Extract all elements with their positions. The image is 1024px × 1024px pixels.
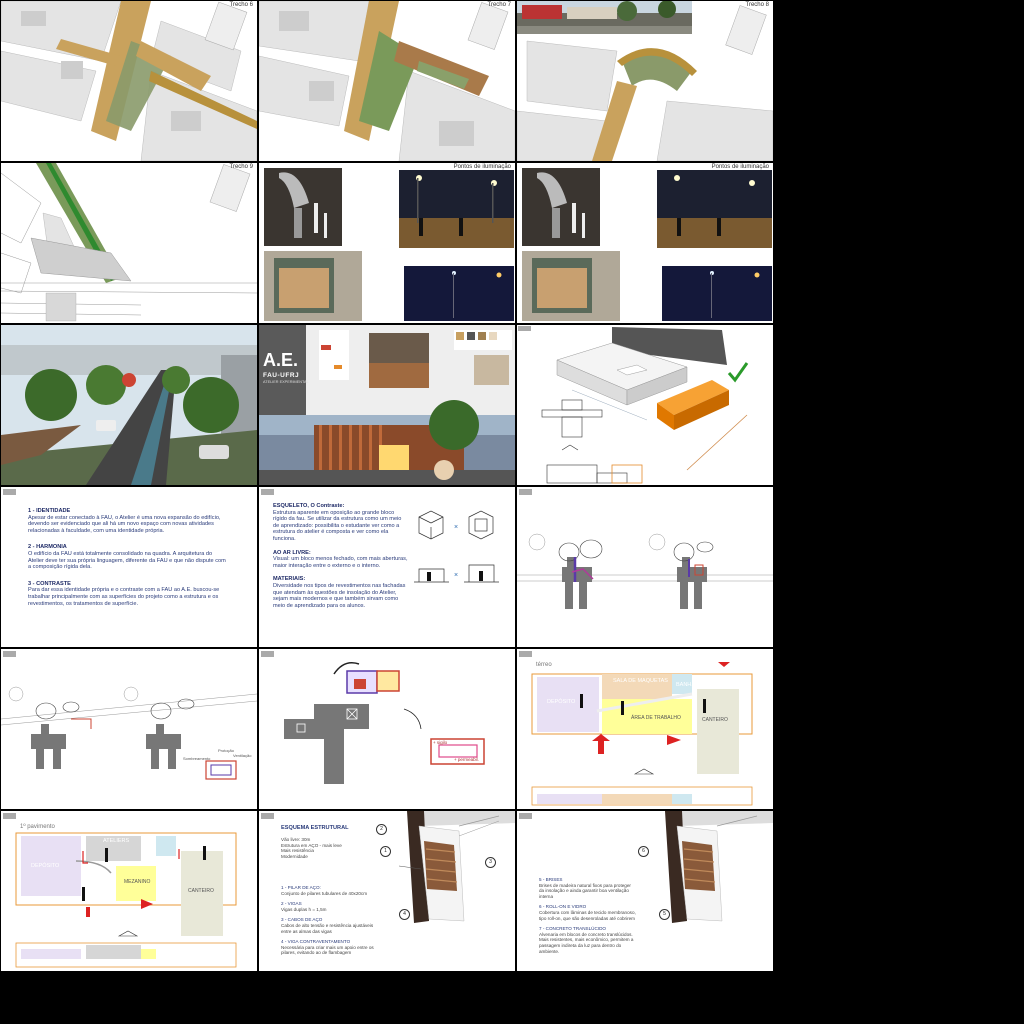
slide-principles: 1 - IDENTIDADE Apesar de estar conectado …	[1, 487, 257, 647]
slide-trecho-9: Trecho 9	[1, 163, 257, 323]
svg-text:×: ×	[454, 524, 458, 531]
slide-site-sketch-2: Protoção Ventilação Sombreamento	[1, 649, 257, 809]
block-sketch	[284, 662, 485, 784]
slide-title: Pontos de iluminação	[453, 164, 511, 170]
callout-3: 3	[485, 857, 496, 868]
room-sala-maquetas: SALA DE MAQUETAS	[613, 678, 668, 684]
lamp-photo	[522, 168, 600, 246]
concept-sketches: × ×	[414, 510, 499, 583]
first-floor-plan	[15, 832, 237, 968]
slide-lighting-1: Pontos de iluminação	[259, 163, 515, 323]
room-area-trabalho: ÁREA DE TRABALHO	[631, 715, 681, 721]
principles-text: 1 - IDENTIDADE Apesar de estar conectado …	[28, 508, 228, 614]
principle-3-text: Para dar essa identidade própria e o con…	[28, 587, 220, 607]
principle-1-text: Apesar de estar conectado à FAU, o Ateli…	[28, 514, 221, 534]
label-shading: Sombreamento	[183, 756, 211, 761]
label-permeabilidade: + permeabil.	[454, 757, 479, 762]
label-protection: Protoção	[218, 748, 235, 753]
slide-trecho-6: Trecho 6	[1, 1, 257, 161]
principle-1-title: 1 - IDENTIDADE	[28, 508, 71, 514]
site-sketch	[1, 686, 257, 780]
site-plan-drawing	[259, 1, 515, 161]
structure-axonometric	[665, 811, 773, 923]
slide-title: Trecho 8	[745, 2, 769, 8]
svg-text:×: ×	[454, 572, 458, 579]
lighting-photos	[264, 168, 514, 321]
slide-title: Trecho 7	[487, 2, 511, 8]
room-banheiro: BANH.	[676, 682, 693, 688]
slide-structure-1: ESQUEMA ESTRUTURAL Vão livre: 30m Estrut…	[259, 811, 515, 971]
site-plan-drawing	[517, 1, 773, 161]
callout-6: 6	[638, 846, 649, 857]
label-ventilation: Ventilação	[233, 753, 252, 758]
callout-1: 1	[380, 846, 391, 857]
room-canteiro: CANTEIRO	[188, 888, 214, 894]
site-plan-drawing	[1, 1, 257, 161]
room-ateliers: ATELIERS	[103, 838, 130, 844]
slide-lighting-2: Pontos de iluminação	[517, 163, 773, 323]
slide-street-render	[1, 325, 257, 485]
callout-4: 4	[399, 909, 410, 920]
slide-plan-first: 1º pavimento DEPÓSITO ATELIERS MEZANINO …	[1, 811, 257, 971]
callout-5: 5	[659, 909, 670, 920]
slide-ae-board: A.E. FAU-UFRJ ATELIER EXPERIMENTAL	[259, 325, 515, 485]
street-render	[1, 325, 257, 485]
slide-structure-2: 5 - BRISES Brises de madeira natural fix…	[517, 811, 773, 971]
structure-axonometric	[398, 811, 515, 923]
board-subtitle: FAU-UFRJ	[263, 372, 300, 379]
slide-block-sketch: + sigilo + permeabil.	[259, 649, 515, 809]
lamp-photo	[264, 168, 342, 246]
label-sigilo: + sigilo	[433, 740, 448, 745]
slide-trecho-7: Trecho 7	[259, 1, 515, 161]
board-title: A.E.	[263, 350, 299, 370]
principle-2-text: O edifício da FAU está totalmente consol…	[28, 550, 226, 571]
slide-title: Pontos de iluminação	[711, 164, 769, 170]
principle-3-title: 3 - CONTRASTE	[28, 580, 71, 587]
room-deposito: DEPÓSITO	[547, 699, 576, 705]
slide-trecho-8: Trecho 8	[517, 1, 773, 161]
slide-plan-ground: térreo SALA DE MAQUETAS BANH. DEPÓSITO Á…	[517, 649, 773, 809]
volume-diagram	[518, 326, 749, 484]
slide-site-sketch-1	[517, 487, 773, 647]
slide-title: Trecho 6	[229, 2, 253, 8]
room-canteiro: CANTEIRO	[702, 717, 728, 723]
room-deposito: DEPÓSITO	[31, 863, 60, 869]
slide-volume-study	[517, 325, 773, 485]
principle-2-title: 2 - HARMONIA	[28, 544, 67, 551]
board-caption: ATELIER EXPERIMENTAL	[263, 380, 309, 384]
ae-board-drawing	[259, 325, 515, 485]
slide-title: Trecho 9	[229, 164, 253, 170]
logo	[3, 489, 16, 495]
callout-2: 2	[376, 824, 387, 835]
ground-floor-plan	[531, 662, 753, 806]
lighting-photos	[522, 168, 772, 321]
site-plan-drawing	[1, 163, 257, 322]
site-sketch	[517, 533, 773, 609]
room-mezanino: MEZANINO	[124, 879, 151, 885]
slide-concepts: ESQUELETO, O Contraste: Estrutura aparent…	[259, 487, 515, 647]
